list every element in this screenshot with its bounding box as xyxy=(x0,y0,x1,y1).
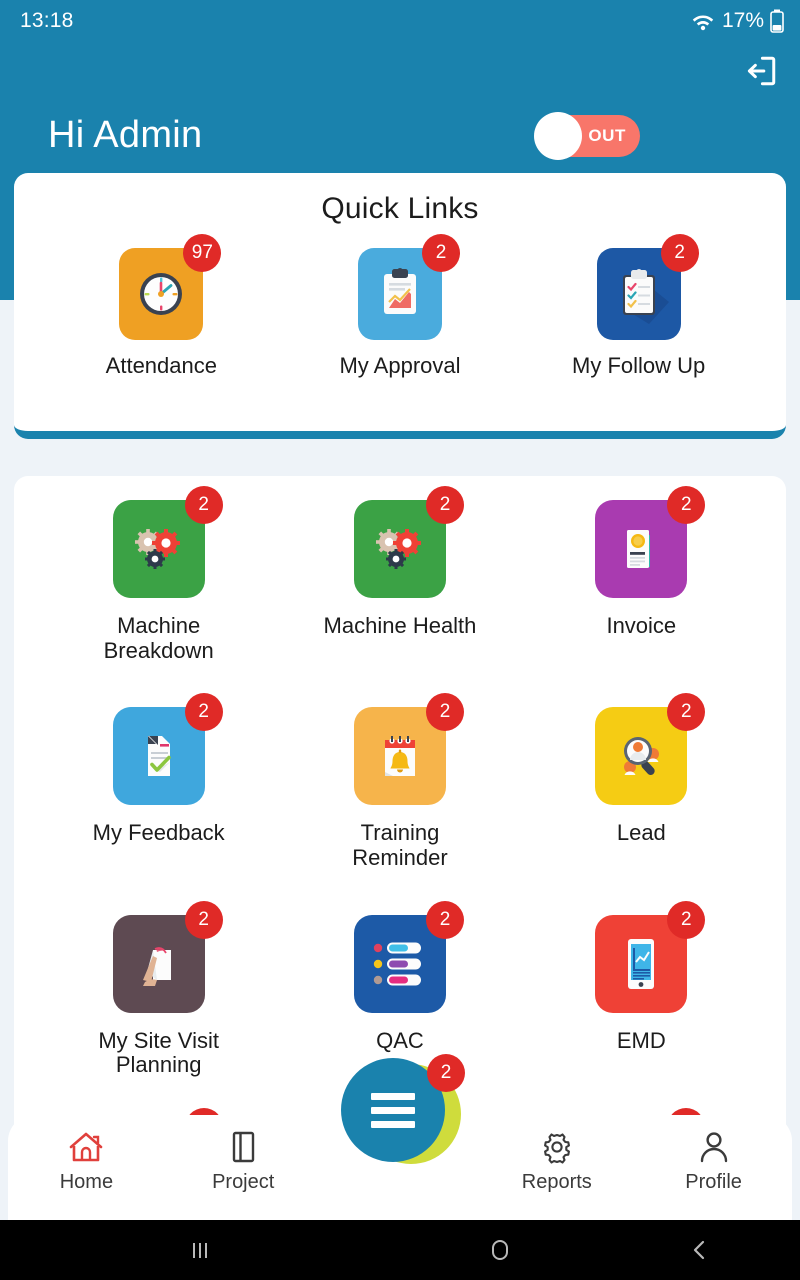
status-bar: 13:18 17% xyxy=(0,0,800,42)
module-machine-health[interactable]: 2 Machine Health xyxy=(279,486,520,663)
page-title: Hi Admin xyxy=(48,114,203,156)
logout-row xyxy=(0,42,800,88)
quick-link-my-follow-up[interactable]: 2 My Follow Up xyxy=(519,234,758,379)
module-label: EMD xyxy=(616,1027,666,1053)
tile-icon-wrap: 2 xyxy=(353,486,464,598)
status-badge: 2 xyxy=(667,693,706,732)
module-emd[interactable]: 2 EMD xyxy=(521,900,762,1078)
battery-icon xyxy=(770,9,784,33)
recent-apps-button[interactable] xyxy=(0,1237,400,1263)
status-badge: 2 xyxy=(425,693,464,732)
toggle-label: OUT xyxy=(588,125,626,145)
home-circle-icon xyxy=(492,1240,508,1260)
status-badge: 2 xyxy=(667,900,706,939)
module-label: My Feedback xyxy=(92,820,225,846)
tile-icon-wrap: 2 xyxy=(595,693,706,806)
tile-icon-wrap: 2 xyxy=(595,486,706,598)
quick-link-label: Attendance xyxy=(105,353,217,378)
quick-link-attendance[interactable]: 97 Attendance xyxy=(42,234,281,379)
wifi-icon xyxy=(692,15,714,31)
status-badge: 2 xyxy=(425,486,464,524)
tile-icon-wrap: 2 xyxy=(353,693,464,806)
quick-links-card: Quick Links 97 Attendance 2 My Approval … xyxy=(14,173,786,439)
status-badge: 2 xyxy=(425,900,464,939)
quick-link-label: My Follow Up xyxy=(572,353,706,378)
status-badge: 2 xyxy=(184,693,223,732)
nav-label: Home xyxy=(59,1171,114,1193)
module-my-site-visit-planning[interactable]: 2 My Site Visit Planning xyxy=(38,900,279,1078)
tile-icon-wrap: 2 xyxy=(353,900,464,1013)
status-badge: 2 xyxy=(421,234,460,272)
tile-icon-wrap: 97 xyxy=(119,234,222,340)
module-my-feedback[interactable]: 2 My Feedback xyxy=(38,693,279,870)
home-icon xyxy=(70,1132,103,1162)
back-button[interactable] xyxy=(600,1237,800,1263)
recent-apps-icon xyxy=(193,1243,207,1258)
module-label: Lead xyxy=(616,820,666,846)
nav-item-project[interactable]: Project xyxy=(165,1115,322,1194)
quick-links-title: Quick Links xyxy=(321,192,479,225)
status-indicators: 17% xyxy=(690,9,784,33)
tile-icon-wrap: 2 xyxy=(112,486,223,598)
module-label: Machine Health xyxy=(323,613,477,638)
tile-icon-wrap: 2 xyxy=(357,234,460,340)
android-navigation-bar xyxy=(0,1220,800,1280)
attendance-toggle[interactable]: OUT xyxy=(534,111,640,160)
module-machine-breakdown[interactable]: 2 Machine Breakdown xyxy=(38,486,279,663)
row-spacer xyxy=(279,871,520,915)
quick-link-my-approval[interactable]: 2 My Approval xyxy=(281,234,520,379)
module-label: Invoice xyxy=(606,613,677,638)
module-invoice[interactable]: 2 Invoice xyxy=(521,486,762,663)
hamburger-menu-icon xyxy=(371,1092,415,1100)
status-badge: 2 xyxy=(427,1054,465,1092)
nav-item-home[interactable]: Home xyxy=(8,1115,165,1194)
nav-label: Reports xyxy=(521,1171,592,1193)
module-label: Training Reminder xyxy=(352,820,448,870)
battery-percent: 17% xyxy=(721,9,764,32)
row-spacer xyxy=(279,663,520,707)
quick-link-label: My Approval xyxy=(339,353,461,378)
status-badge: 2 xyxy=(184,900,223,939)
app-root: 13:18 17% Hi Admin OUT Quick Links 97 At… xyxy=(0,0,800,1280)
greeting-row: Hi Admin OUT xyxy=(0,88,800,160)
quick-links-grid: 97 Attendance 2 My Approval 2 My Follow … xyxy=(14,226,786,379)
book-icon xyxy=(232,1131,255,1163)
row-spacer xyxy=(38,663,279,707)
status-badge: 2 xyxy=(184,486,223,524)
hamburger-menu-icon xyxy=(371,1120,415,1128)
gear-icon xyxy=(543,1133,570,1164)
row-spacer xyxy=(38,871,279,915)
logout-icon[interactable] xyxy=(744,54,778,88)
nav-label: Profile xyxy=(685,1171,742,1193)
fab-container: 2 xyxy=(335,1054,465,1174)
row-spacer xyxy=(521,871,762,915)
nav-item-reports[interactable]: Reports xyxy=(478,1115,635,1194)
module-lead[interactable]: 2 Lead xyxy=(521,693,762,870)
status-time: 13:18 xyxy=(20,9,74,32)
status-badge: 97 xyxy=(183,234,222,272)
row-spacer xyxy=(521,663,762,707)
module-label: QAC xyxy=(376,1027,424,1053)
status-badge: 2 xyxy=(667,486,706,524)
tile-icon-wrap: 2 xyxy=(596,234,699,340)
tile-icon-wrap: 2 xyxy=(595,900,706,1013)
tile-icon-wrap: 2 xyxy=(112,693,223,806)
status-badge: 2 xyxy=(660,234,699,272)
module-label: My Site Visit Planning xyxy=(98,1027,219,1078)
back-chevron-icon xyxy=(693,1240,705,1260)
nav-item-profile[interactable]: Profile xyxy=(635,1115,792,1194)
module-training-reminder[interactable]: 2 Training Reminder xyxy=(279,693,520,870)
module-label: Machine Breakdown xyxy=(103,613,214,663)
toggle-knob xyxy=(534,111,582,160)
nav-label: Project xyxy=(212,1171,275,1193)
home-button[interactable] xyxy=(400,1236,600,1264)
hamburger-menu-icon xyxy=(371,1106,415,1114)
tile-icon-wrap: 2 xyxy=(112,900,223,1013)
person-icon xyxy=(700,1132,727,1163)
